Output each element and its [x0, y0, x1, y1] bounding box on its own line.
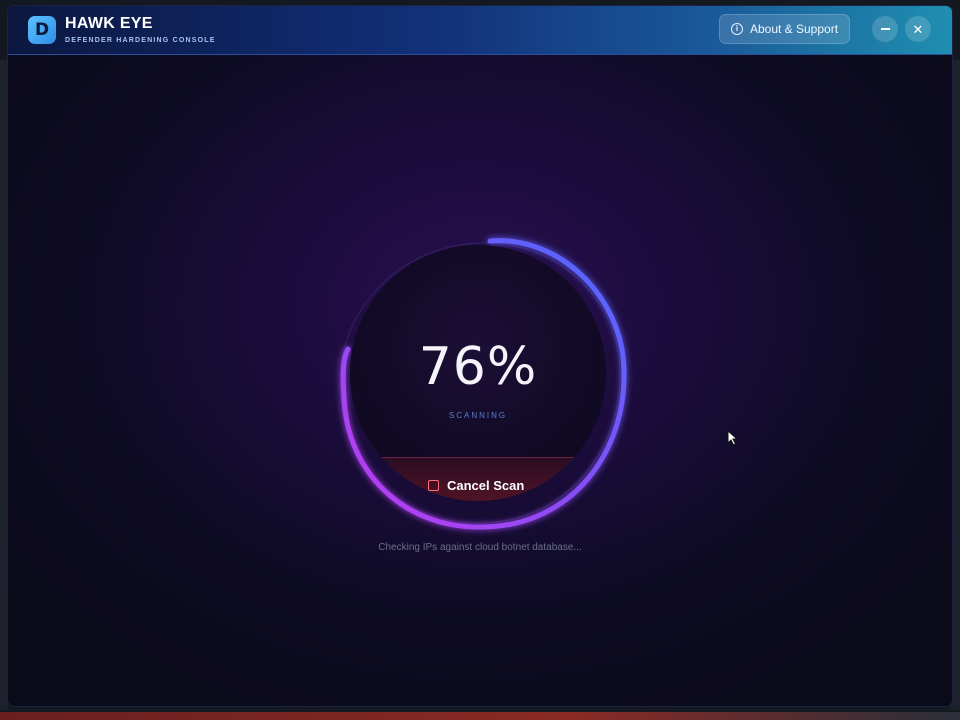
app-logo-letter: D	[34, 20, 50, 40]
about-support-button[interactable]: i About & Support	[719, 14, 850, 44]
scan-status-label: SCANNING	[448, 411, 508, 420]
app-title: HAWK EYE	[65, 15, 153, 32]
desktop-left-edge	[0, 60, 8, 710]
mouse-pointer-icon	[727, 430, 739, 446]
close-icon: ✕	[912, 21, 924, 37]
title-bar[interactable]: D HAWK EYE DEFENDER HARDENING CONSOLE i …	[8, 6, 952, 55]
scan-detail-text: Checking IPs against cloud botnet databa…	[378, 542, 582, 553]
cancel-scan-button[interactable]: Cancel Scan	[428, 478, 524, 493]
about-support-label: About & Support	[749, 22, 839, 36]
app-logo: D	[28, 16, 56, 44]
orb-core: 76% SCANNING Cancel Scan	[350, 245, 606, 501]
app-subtitle: DEFENDER HARDENING CONSOLE	[65, 37, 216, 44]
minimize-button[interactable]	[872, 16, 898, 42]
taskbar-edge	[0, 712, 960, 720]
progress-percent: 76%	[418, 337, 538, 397]
cancel-zone: Cancel Scan	[350, 457, 606, 501]
cancel-scan-label: Cancel Scan	[447, 478, 525, 493]
scan-progress-orb: 76% SCANNING Cancel Scan	[318, 221, 638, 541]
app-window: D HAWK EYE DEFENDER HARDENING CONSOLE i …	[8, 6, 952, 706]
info-icon: i	[730, 23, 743, 35]
stop-icon	[428, 480, 439, 491]
close-button[interactable]: ✕	[905, 16, 931, 42]
minimize-icon	[880, 28, 890, 30]
